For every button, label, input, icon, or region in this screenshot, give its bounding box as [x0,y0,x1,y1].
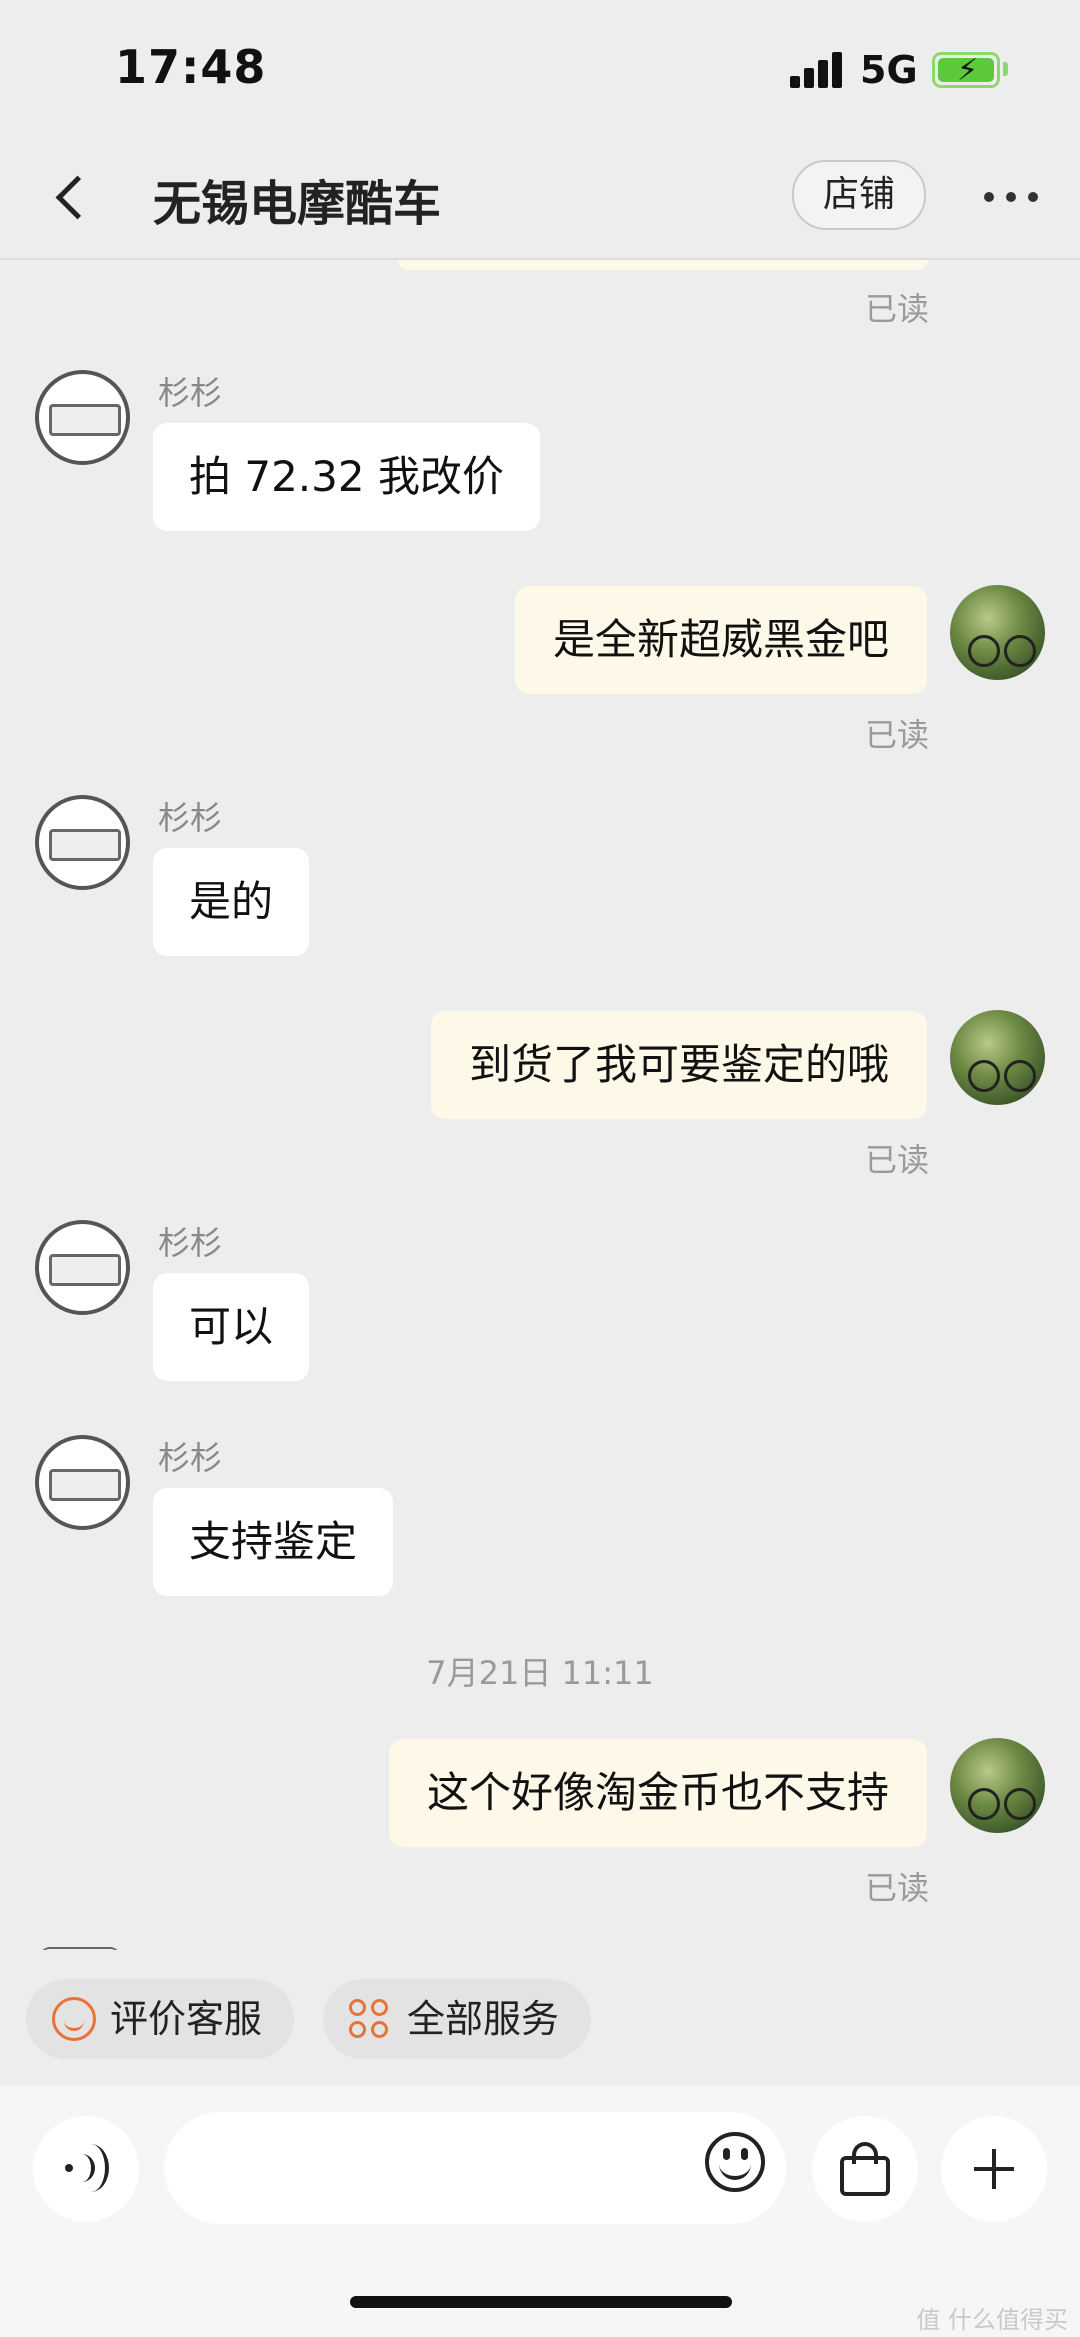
message-input[interactable] [164,2112,786,2224]
shopping-bag-icon[interactable] [812,2116,918,2222]
outgoing-message[interactable]: 是全新超威黑金吧 [514,586,927,694]
sender-name: 杉杉 [158,1439,223,1477]
status-bar: 17:48 5G ⚡ [0,0,1080,140]
message-timestamp: 7月21日 11:11 [426,1654,654,1692]
network-type: 5G [860,48,918,92]
next-avatar-peek [40,1947,120,1950]
user-avatar[interactable] [950,585,1045,680]
shop-avatar[interactable] [35,795,130,890]
chat-message-list[interactable]: 已读 杉杉 拍 72.32 我改价 是全新超威黑金吧 已读 杉杉 是的 到货了我… [0,260,1080,1950]
watermark: 值 什么值得买 [916,2306,1068,2334]
user-avatar[interactable] [950,1738,1045,1833]
incoming-message[interactable]: 可以 [153,1273,310,1381]
status-time: 17:48 [115,40,267,94]
read-receipt: 已读 [864,1141,929,1179]
smiley-face-icon [52,1997,96,2041]
quick-actions-bar: 评价客服 全部服务 [0,1975,1080,2063]
incoming-message[interactable]: 是的 [153,848,310,956]
user-avatar[interactable] [950,1010,1045,1105]
shop-button[interactable]: 店铺 [792,160,926,230]
chip-label: 全部服务 [407,1997,560,2041]
back-arrow-icon[interactable] [48,168,108,228]
read-receipt: 已读 [864,716,929,754]
voice-input-button[interactable] [33,2116,139,2222]
plus-icon[interactable] [941,2116,1047,2222]
outgoing-message[interactable]: 这个好像淘金币也不支持 [388,1739,927,1847]
emoji-icon[interactable] [705,2132,765,2192]
outgoing-message[interactable]: 到货了我可要鉴定的哦 [430,1011,927,1119]
shop-avatar[interactable] [35,1435,130,1530]
battery-tip [1003,62,1008,76]
page-title: 无锡电摩酷车 [153,176,442,232]
shop-avatar[interactable] [35,1220,130,1315]
chip-label: 评价客服 [110,1997,263,2041]
chat-header: 无锡电摩酷车 店铺 [0,140,1080,260]
incoming-message[interactable]: 拍 72.32 我改价 [153,423,540,531]
home-indicator[interactable] [350,2296,732,2308]
battery-charging-icon: ⚡ [932,52,1000,88]
all-services-button[interactable]: 全部服务 [323,1979,591,2059]
rate-service-button[interactable]: 评价客服 [26,1979,294,2059]
read-receipt: 已读 [864,1869,929,1907]
sender-name: 杉杉 [158,799,223,837]
incoming-message[interactable]: 支持鉴定 [153,1488,394,1596]
cellular-signal-icon [790,52,846,88]
sender-name: 杉杉 [158,374,223,412]
previous-message-bubble [398,260,928,270]
more-options-icon[interactable] [984,188,1044,208]
services-grid-icon [349,1997,393,2041]
shop-avatar[interactable] [35,370,130,465]
sender-name: 杉杉 [158,1224,223,1262]
read-receipt: 已读 [864,290,929,328]
